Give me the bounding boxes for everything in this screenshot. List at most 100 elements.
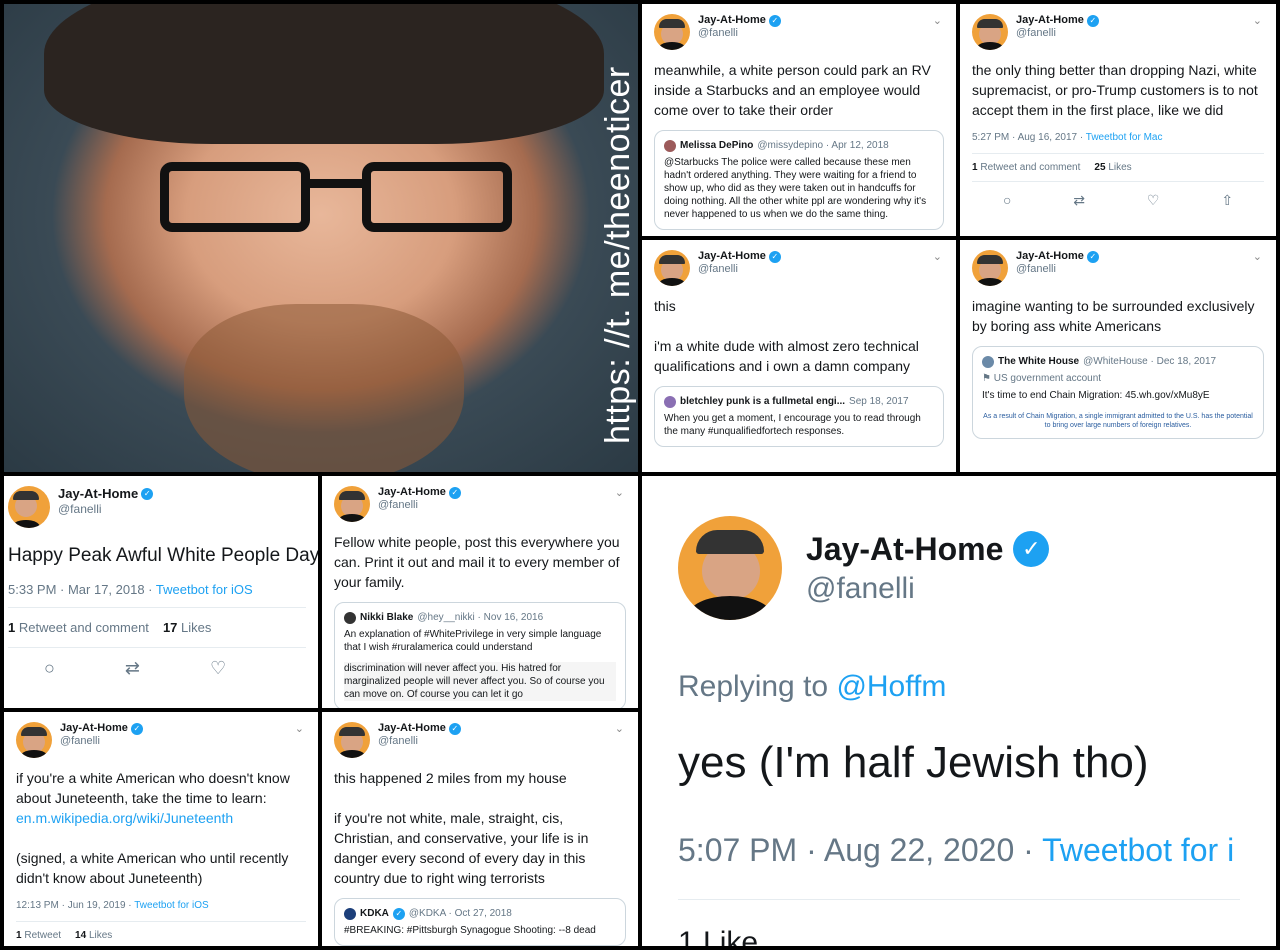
tweet-card-fellow-white-people[interactable]: Jay-At-Home ✓ @fanelli ⌄ Fellow white peo… xyxy=(322,476,638,708)
tweet-card-customers[interactable]: Jay-At-Home ✓ @fanelli ⌄ the only thing b… xyxy=(960,4,1276,236)
timestamp[interactable]: 5:33 PM · Mar 17, 2018 · xyxy=(8,582,156,597)
avatar[interactable] xyxy=(16,722,52,758)
avatar[interactable] xyxy=(972,14,1008,50)
chevron-down-icon[interactable]: ⌄ xyxy=(1253,14,1262,27)
tweet-card-pittsburgh[interactable]: Jay-At-Home ✓ @fanelli ⌄ this happened 2 … xyxy=(322,712,638,946)
retweet-icon[interactable]: ⇄ xyxy=(125,658,140,679)
like-icon[interactable]: ♡ xyxy=(210,658,226,679)
like-count[interactable]: 17 Likes xyxy=(163,620,211,635)
quoted-tweet[interactable]: bletchley punk is a fullmetal engi... Sep… xyxy=(654,386,944,447)
verified-icon: ✓ xyxy=(1086,14,1099,27)
handle[interactable]: @fanelli xyxy=(378,499,461,512)
display-name[interactable]: Jay-At-Home xyxy=(378,722,446,735)
retweet-count[interactable]: 1 Retweet xyxy=(16,930,61,941)
handle[interactable]: @fanelli xyxy=(806,572,1049,606)
chevron-down-icon[interactable]: ⌄ xyxy=(933,14,942,27)
like-count[interactable]: 1 Like xyxy=(678,926,1240,946)
display-name[interactable]: Jay-At-Home xyxy=(60,722,128,735)
quoted-name: KDKA xyxy=(360,908,389,919)
client-link[interactable]: Tweetbot for iOS xyxy=(156,582,253,597)
tweet-text: Happy Peak Awful White People Day xyxy=(8,545,318,566)
tweet-header: Jay-At-Home ✓ @fanelli ⌄ xyxy=(654,14,944,50)
tweet-card-technical[interactable]: Jay-At-Home ✓ @fanelli ⌄ this i'm a white… xyxy=(642,240,956,472)
like-count[interactable]: 14 Likes xyxy=(75,930,112,941)
timestamp[interactable]: 5:07 PM · Aug 22, 2020 · xyxy=(678,832,1042,868)
tweet-card-white-americans[interactable]: Jay-At-Home ✓ @fanelli ⌄ imagine wanting … xyxy=(960,240,1276,472)
avatar[interactable] xyxy=(334,722,370,758)
like-count[interactable]: 25 Likes xyxy=(1094,162,1131,173)
avatar[interactable] xyxy=(972,250,1008,286)
quoted-meta: Sep 18, 2017 xyxy=(849,396,909,407)
quoted-image-text: discrimination will never affect you. Hi… xyxy=(344,662,616,701)
tweet-meta: 5:33 PM · Mar 17, 2018 · Tweetbot for iO… xyxy=(8,582,306,597)
display-name[interactable]: Jay-At-Home xyxy=(58,486,138,502)
chevron-down-icon[interactable]: ⌄ xyxy=(295,722,304,735)
display-name[interactable]: Jay-At-Home xyxy=(378,486,446,499)
quoted-name: bletchley punk is a fullmetal engi... xyxy=(680,396,846,407)
handle[interactable]: @fanelli xyxy=(58,502,153,516)
retweet-icon[interactable]: ⇄ xyxy=(1073,192,1085,209)
quoted-tweet[interactable]: The White House @WhiteHouse · Dec 18, 201… xyxy=(972,346,1264,439)
handle[interactable]: @fanelli xyxy=(1016,263,1099,276)
avatar[interactable] xyxy=(654,250,690,286)
like-icon[interactable]: ♡ xyxy=(1147,192,1160,209)
quoted-tweet[interactable]: Nikki Blake @hey__nikki · Nov 16, 2016 An… xyxy=(334,602,626,708)
avatar[interactable] xyxy=(654,14,690,50)
retweet-count[interactable]: 1 Retweet and comment xyxy=(8,620,149,635)
tweet-meta: 5:07 PM · Aug 22, 2020 · Tweetbot for i xyxy=(678,832,1240,869)
tweet-stats: 1 Retweet and comment 25 Likes xyxy=(972,153,1264,182)
handle[interactable]: @fanelli xyxy=(698,27,781,40)
glasses-bridge xyxy=(310,179,362,188)
verified-icon: ✓ xyxy=(1086,250,1099,263)
tweet-card-starbucks[interactable]: Jay-At-Home ✓ @fanelli ⌄ meanwhile, a whi… xyxy=(642,4,956,236)
verified-icon: ✓ xyxy=(448,722,461,735)
display-name[interactable]: Jay-At-Home xyxy=(698,14,766,27)
quoted-tweet[interactable]: Melissa DePino @missydepino · Apr 12, 201… xyxy=(654,130,944,230)
display-name[interactable]: Jay-At-Home xyxy=(806,531,1003,568)
display-name[interactable]: Jay-At-Home xyxy=(1016,14,1084,27)
tweet-meta: 12:13 PM · Jun 19, 2019 · Tweetbot for i… xyxy=(16,900,306,911)
avatar[interactable] xyxy=(8,486,50,528)
share-icon[interactable]: ⇧ xyxy=(1221,192,1233,209)
client-link[interactable]: Tweetbot for i xyxy=(1042,832,1234,868)
quoted-tweet[interactable]: KDKA ✓ @KDKA · Oct 27, 2018 #BREAKING: #Pi… xyxy=(334,898,626,946)
flag-icon: ⚑ xyxy=(982,373,994,384)
wikipedia-link[interactable]: en.m.wikipedia.org/wiki/Juneteenth xyxy=(16,810,233,826)
tweet-header: Jay-At-Home ✓ @fanelli ⌄ xyxy=(654,250,944,286)
reply-icon[interactable]: ○ xyxy=(44,658,55,679)
avatar[interactable] xyxy=(334,486,370,522)
tweet-card-peak[interactable]: Jay-At-Home ✓ @fanelli Happy Peak Awful W… xyxy=(4,476,318,708)
chevron-down-icon[interactable]: ⌄ xyxy=(615,722,624,735)
retweet-count[interactable]: 1 Retweet and comment xyxy=(972,162,1080,173)
tweet-header: Jay-At-Home ✓ @fanelli ⌄ xyxy=(972,14,1264,50)
timestamp[interactable]: 5:27 PM · Aug 16, 2017 · xyxy=(972,132,1086,143)
tweet-card-large-reply[interactable]: Jay-At-Home ✓ @fanelli Replying to @Hoffm… xyxy=(642,476,1276,946)
client-link[interactable]: Tweetbot for Mac xyxy=(1086,132,1163,143)
handle[interactable]: @fanelli xyxy=(378,735,461,748)
tweet-header: Jay-At-Home ✓ @fanelli ⌄ xyxy=(16,722,306,758)
avatar[interactable] xyxy=(678,516,782,620)
quoted-meta: @missydepino · Apr 12, 2018 xyxy=(757,140,889,151)
chevron-down-icon[interactable]: ⌄ xyxy=(933,250,942,263)
timestamp[interactable]: 12:13 PM · Jun 19, 2019 · xyxy=(16,900,134,911)
tweet-card-juneteenth[interactable]: Jay-At-Home ✓ @fanelli ⌄ if you're a whit… xyxy=(4,712,318,946)
display-name[interactable]: Jay-At-Home xyxy=(1016,250,1084,263)
handle[interactable]: @fanelli xyxy=(60,735,143,748)
quoted-text: An explanation of #WhitePrivilege in ver… xyxy=(344,629,602,653)
quoted-name: Melissa DePino xyxy=(680,140,754,151)
reply-to-link[interactable]: @Hoffm xyxy=(836,670,946,703)
gov-account-label: ⚑ US government account xyxy=(982,373,1102,384)
verified-icon: ✓ xyxy=(392,907,405,920)
chevron-down-icon[interactable]: ⌄ xyxy=(615,486,624,499)
handle[interactable]: @fanelli xyxy=(698,263,781,276)
action-bar: ○ ⇄ ♡ ⇧ xyxy=(972,182,1264,209)
chevron-down-icon[interactable]: ⌄ xyxy=(1253,250,1262,263)
verified-icon: ✓ xyxy=(768,250,781,263)
verified-icon: ✓ xyxy=(1013,531,1050,567)
display-name[interactable]: Jay-At-Home xyxy=(698,250,766,263)
reply-icon[interactable]: ○ xyxy=(1003,192,1011,209)
tweet-line-1: this xyxy=(654,298,676,314)
handle[interactable]: @fanelli xyxy=(1016,27,1099,40)
quoted-image-caption: As a result of Chain Migration, a single… xyxy=(983,413,1253,429)
client-link[interactable]: Tweetbot for iOS xyxy=(134,900,208,911)
